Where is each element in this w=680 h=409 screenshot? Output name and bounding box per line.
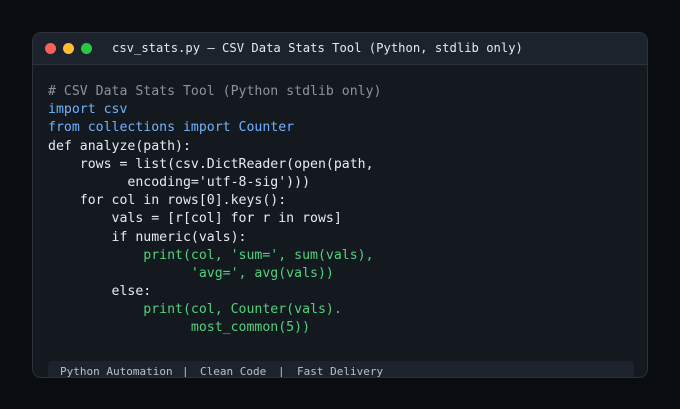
maximize-window-icon[interactable] <box>81 43 92 54</box>
code-line: from collections import Counter <box>48 120 295 136</box>
code-editor[interactable]: # CSV Data Stats Tool (Python stdlib onl… <box>48 83 381 338</box>
code-line: # CSV Data Stats Tool (Python stdlib onl… <box>48 84 382 99</box>
code-line: print(col, Counter(vals). <box>48 302 342 318</box>
code-line: def analyze(path): <box>48 138 191 154</box>
footer-separator: | <box>182 365 189 378</box>
close-window-icon[interactable] <box>45 43 56 54</box>
code-line: print(col, 'sum=', sum(vals), <box>48 247 374 263</box>
code-line: else: <box>48 284 152 300</box>
code-line: import csv <box>48 102 128 118</box>
code-line: if numeric(vals): <box>48 229 247 245</box>
footer-separator: | <box>278 365 285 378</box>
footer-tag-clean-code: Clean Code <box>200 365 267 378</box>
code-line: most_common(5)) <box>48 320 311 336</box>
minimize-window-icon[interactable] <box>63 43 74 54</box>
code-line: 'avg=', avg(vals)) <box>48 265 334 281</box>
footer-tag-python-automation: Python Automation <box>60 365 173 378</box>
footer-tag-fast-delivery: Fast Delivery <box>297 365 384 378</box>
code-line: encoding='utf-8-sig'))) <box>48 174 311 190</box>
window-title: csv_stats.py — CSV Data Stats Tool (Pyth… <box>112 41 523 55</box>
window-titlebar: csv_stats.py — CSV Data Stats Tool (Pyth… <box>33 33 647 65</box>
editor-window: csv_stats.py — CSV Data Stats Tool (Pyth… <box>32 32 648 378</box>
footer-tags-bar: Python Automation | Clean Code | Fast De… <box>48 361 634 378</box>
code-line: for col in rows[0].keys(): <box>48 193 287 209</box>
code-line: vals = [r[col] for r in rows] <box>48 211 342 227</box>
code-line: rows = list(csv.DictReader(open(path, <box>48 156 374 172</box>
